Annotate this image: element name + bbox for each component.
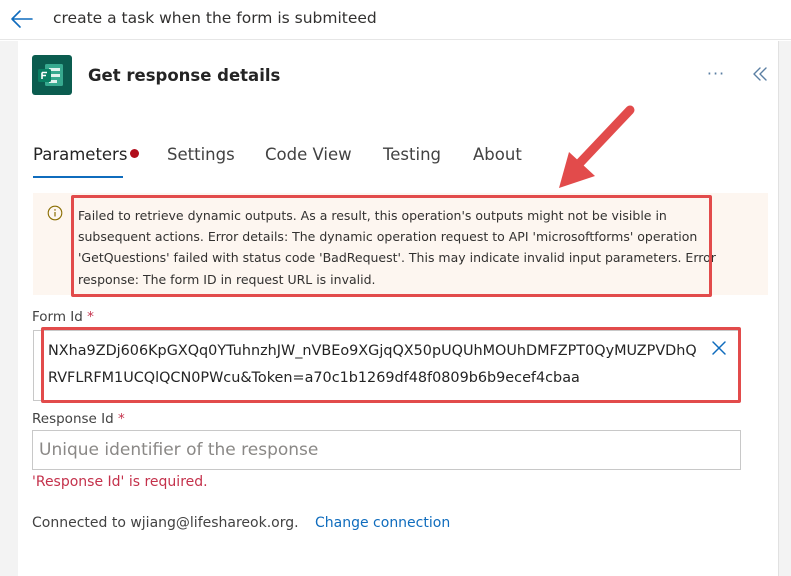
required-star: *	[87, 309, 94, 325]
double-chevron-left-icon[interactable]	[748, 62, 772, 86]
tab-parameters[interactable]: Parameters	[33, 145, 140, 164]
microsoft-forms-icon	[32, 55, 72, 95]
tab-label: Parameters	[33, 145, 128, 164]
close-icon[interactable]	[708, 337, 730, 359]
tab-testing[interactable]: Testing	[383, 145, 441, 164]
top-bar: create a task when the form is submiteed	[0, 0, 791, 40]
left-gutter	[0, 41, 18, 576]
annotation-arrow	[559, 105, 635, 188]
panel-title: Get response details	[88, 66, 281, 85]
tab-settings[interactable]: Settings	[167, 145, 235, 164]
response-id-input[interactable]	[32, 430, 741, 470]
form-id-value[interactable]: NXha9ZDj606KpGXQq0YTuhnzhJW_nVBEo9XGjqQX…	[48, 338, 698, 392]
required-star: *	[117, 411, 125, 427]
tab-code-view[interactable]: Code View	[265, 145, 352, 164]
connection-info: Connected to wjiang@lifeshareok.org.	[32, 515, 299, 531]
tab-about[interactable]: About	[473, 145, 522, 164]
form-id-label: Form Id *	[32, 309, 94, 325]
response-id-label: Response Id *	[32, 411, 125, 427]
active-tab-indicator	[33, 176, 123, 178]
warning-message: Failed to retrieve dynamic outputs. As a…	[78, 208, 716, 287]
info-icon	[47, 205, 63, 221]
response-id-error: 'Response Id' is required.	[32, 474, 208, 490]
change-connection-link[interactable]: Change connection	[315, 515, 450, 531]
back-arrow-icon[interactable]	[8, 6, 36, 32]
right-edge	[778, 41, 791, 576]
more-options-icon[interactable]: ···	[703, 64, 729, 84]
error-dot-icon	[130, 149, 140, 158]
flow-title[interactable]: create a task when the form is submiteed	[53, 9, 377, 27]
